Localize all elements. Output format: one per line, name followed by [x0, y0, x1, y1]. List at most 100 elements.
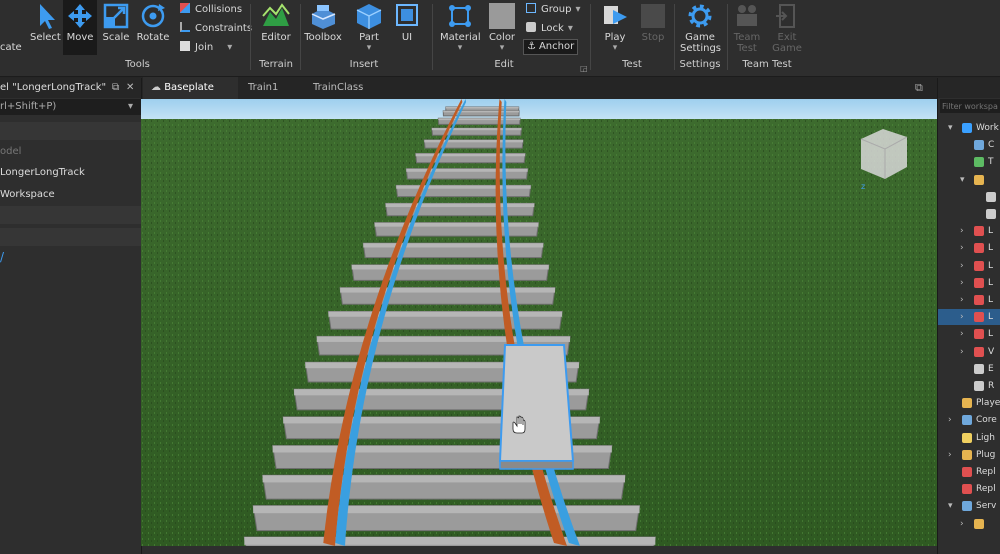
3d-viewport[interactable]: z: [141, 99, 937, 546]
explorer-tree-item[interactable]: C: [938, 137, 1000, 153]
popout-icon[interactable]: ⧉: [915, 81, 923, 95]
svg-text:z: z: [861, 182, 865, 191]
explorer-tree-item[interactable]: [938, 189, 1000, 205]
explorer-tree-item[interactable]: R: [938, 378, 1000, 394]
ribbon-toolbar: cate Select Move Scale Rotate Collisions…: [0, 0, 1000, 77]
explorer-tree-item[interactable]: › L: [938, 292, 1000, 308]
scale-button[interactable]: Scale: [100, 0, 132, 43]
tab-baseplate[interactable]: ☁ Baseplate ✕: [143, 77, 238, 115]
join-button[interactable]: Join ▾: [180, 41, 232, 54]
explorer-tree-item-label: L: [988, 329, 994, 340]
explorer-tree-item[interactable]: › L: [938, 326, 1000, 342]
stop-button[interactable]: Stop: [638, 0, 668, 43]
explorer-tree-item[interactable]: ▾: [938, 172, 1000, 188]
scale-label: Scale: [102, 32, 130, 43]
rotate-button[interactable]: Rotate: [136, 0, 170, 43]
toolbox-button[interactable]: Toolbox: [304, 0, 342, 43]
chevron-right-icon[interactable]: ›: [960, 516, 964, 532]
expand-corner-icon[interactable]: ◲: [580, 64, 588, 73]
section-bar: [0, 122, 141, 140]
anchor-label: Anchor: [538, 41, 575, 52]
exit-game-button[interactable]: Exit Game: [772, 0, 802, 54]
material-button[interactable]: Material ▾: [440, 0, 481, 53]
explorer-tree-item[interactable]: [938, 206, 1000, 222]
float-icon[interactable]: ⧉: [112, 78, 119, 98]
home-partial-button[interactable]: cate: [0, 0, 22, 53]
object-icon: [974, 260, 984, 271]
constraints-button[interactable]: Constraints: [180, 22, 252, 35]
chevron-right-icon[interactable]: ›: [960, 258, 964, 274]
chevron-right-icon[interactable]: ›: [948, 412, 952, 428]
chevron-down-icon[interactable]: ▾: [948, 120, 953, 136]
explorer-tree-item[interactable]: ▾ Work: [938, 120, 1000, 136]
list-item[interactable]: odel: [0, 144, 141, 160]
list-item[interactable]: Workspace: [0, 186, 141, 204]
game-settings-button[interactable]: Game Settings: [680, 0, 721, 54]
chevron-right-icon[interactable]: ›: [960, 292, 964, 308]
chevron-right-icon[interactable]: ›: [948, 447, 952, 463]
explorer-tree-item[interactable]: Ligh: [938, 430, 1000, 446]
explorer-tree-item[interactable]: › L: [938, 275, 1000, 291]
explorer-tree-item[interactable]: › L: [938, 258, 1000, 274]
explorer-tree-item[interactable]: Repl: [938, 464, 1000, 480]
chevron-right-icon[interactable]: ›: [960, 275, 964, 291]
object-icon: [974, 243, 984, 254]
chevron-right-icon[interactable]: ›: [960, 326, 964, 342]
explorer-tree-item-label: E: [988, 363, 994, 374]
selected-part[interactable]: [498, 344, 575, 470]
explorer-tree-item[interactable]: › L: [938, 309, 1000, 326]
ui-button[interactable]: UI: [393, 0, 421, 43]
tab-train1[interactable]: Train1 ✕: [240, 77, 300, 115]
list-item[interactable]: LongerLongTrack: [0, 164, 141, 182]
play-button[interactable]: Play ▾: [598, 0, 632, 53]
section-bar: [0, 206, 141, 224]
sleeper-top: [396, 185, 531, 189]
group-button[interactable]: Group ▾: [526, 3, 580, 16]
explorer-tree-item[interactable]: › L: [938, 223, 1000, 239]
chevron-right-icon[interactable]: ›: [960, 344, 964, 360]
team-test-button[interactable]: Team Test: [730, 0, 764, 54]
object-icon: [974, 157, 984, 168]
chevron-down-icon[interactable]: ▾: [960, 172, 965, 188]
object-icon: [986, 191, 996, 202]
shortcut-field[interactable]: rl+Shift+P) ▾: [0, 99, 141, 115]
explorer-tree-item[interactable]: ▾ Serv: [938, 498, 1000, 514]
color-button[interactable]: Color ▾: [486, 0, 518, 53]
rotate-icon: [141, 4, 165, 28]
explorer-tree-item[interactable]: Repl: [938, 481, 1000, 497]
explorer-tree-item[interactable]: ›: [938, 516, 1000, 532]
explorer-tree-item[interactable]: T: [938, 154, 1000, 170]
close-icon[interactable]: ✕: [126, 78, 134, 98]
terrain-icon: [262, 3, 290, 26]
anchor-button[interactable]: ⚓ Anchor: [523, 39, 579, 55]
explorer-tree-item[interactable]: › Plug: [938, 447, 1000, 463]
explorer-tree-item[interactable]: › L: [938, 240, 1000, 256]
sleeper-top: [340, 287, 556, 293]
explorer-tree-item[interactable]: › Core: [938, 412, 1000, 428]
chevron-right-icon[interactable]: ›: [960, 240, 964, 256]
explorer-tree-item[interactable]: Playe: [938, 395, 1000, 411]
explorer-filter-input[interactable]: [940, 99, 1000, 113]
tab-trainclass[interactable]: TrainClass ✕: [305, 77, 383, 115]
terrain-editor-button[interactable]: Editor: [258, 0, 294, 43]
sleeper-top: [431, 128, 522, 131]
chevron-right-icon[interactable]: ›: [960, 223, 964, 239]
scale-icon: [103, 3, 129, 29]
explorer-tree-item[interactable]: E: [938, 361, 1000, 377]
lock-button[interactable]: Lock ▾: [526, 22, 573, 35]
collisions-button[interactable]: Collisions: [180, 3, 242, 16]
chevron-right-icon[interactable]: ›: [960, 309, 964, 325]
settings-group-label: Settings: [679, 59, 721, 70]
object-icon: [962, 501, 972, 512]
object-icon: [974, 295, 984, 305]
explorer-tree-item[interactable]: › V: [938, 344, 1000, 360]
test-group-label: Test: [622, 59, 642, 70]
cursor-arrow-icon: [40, 4, 55, 29]
part-button[interactable]: Part ▾: [353, 0, 385, 53]
sleeper-top: [351, 264, 549, 270]
chevron-down-icon[interactable]: ▾: [948, 498, 953, 514]
move-button[interactable]: Move: [63, 0, 97, 55]
divider: [727, 4, 728, 70]
select-button[interactable]: Select: [30, 0, 61, 43]
check-icon: /: [0, 250, 5, 264]
